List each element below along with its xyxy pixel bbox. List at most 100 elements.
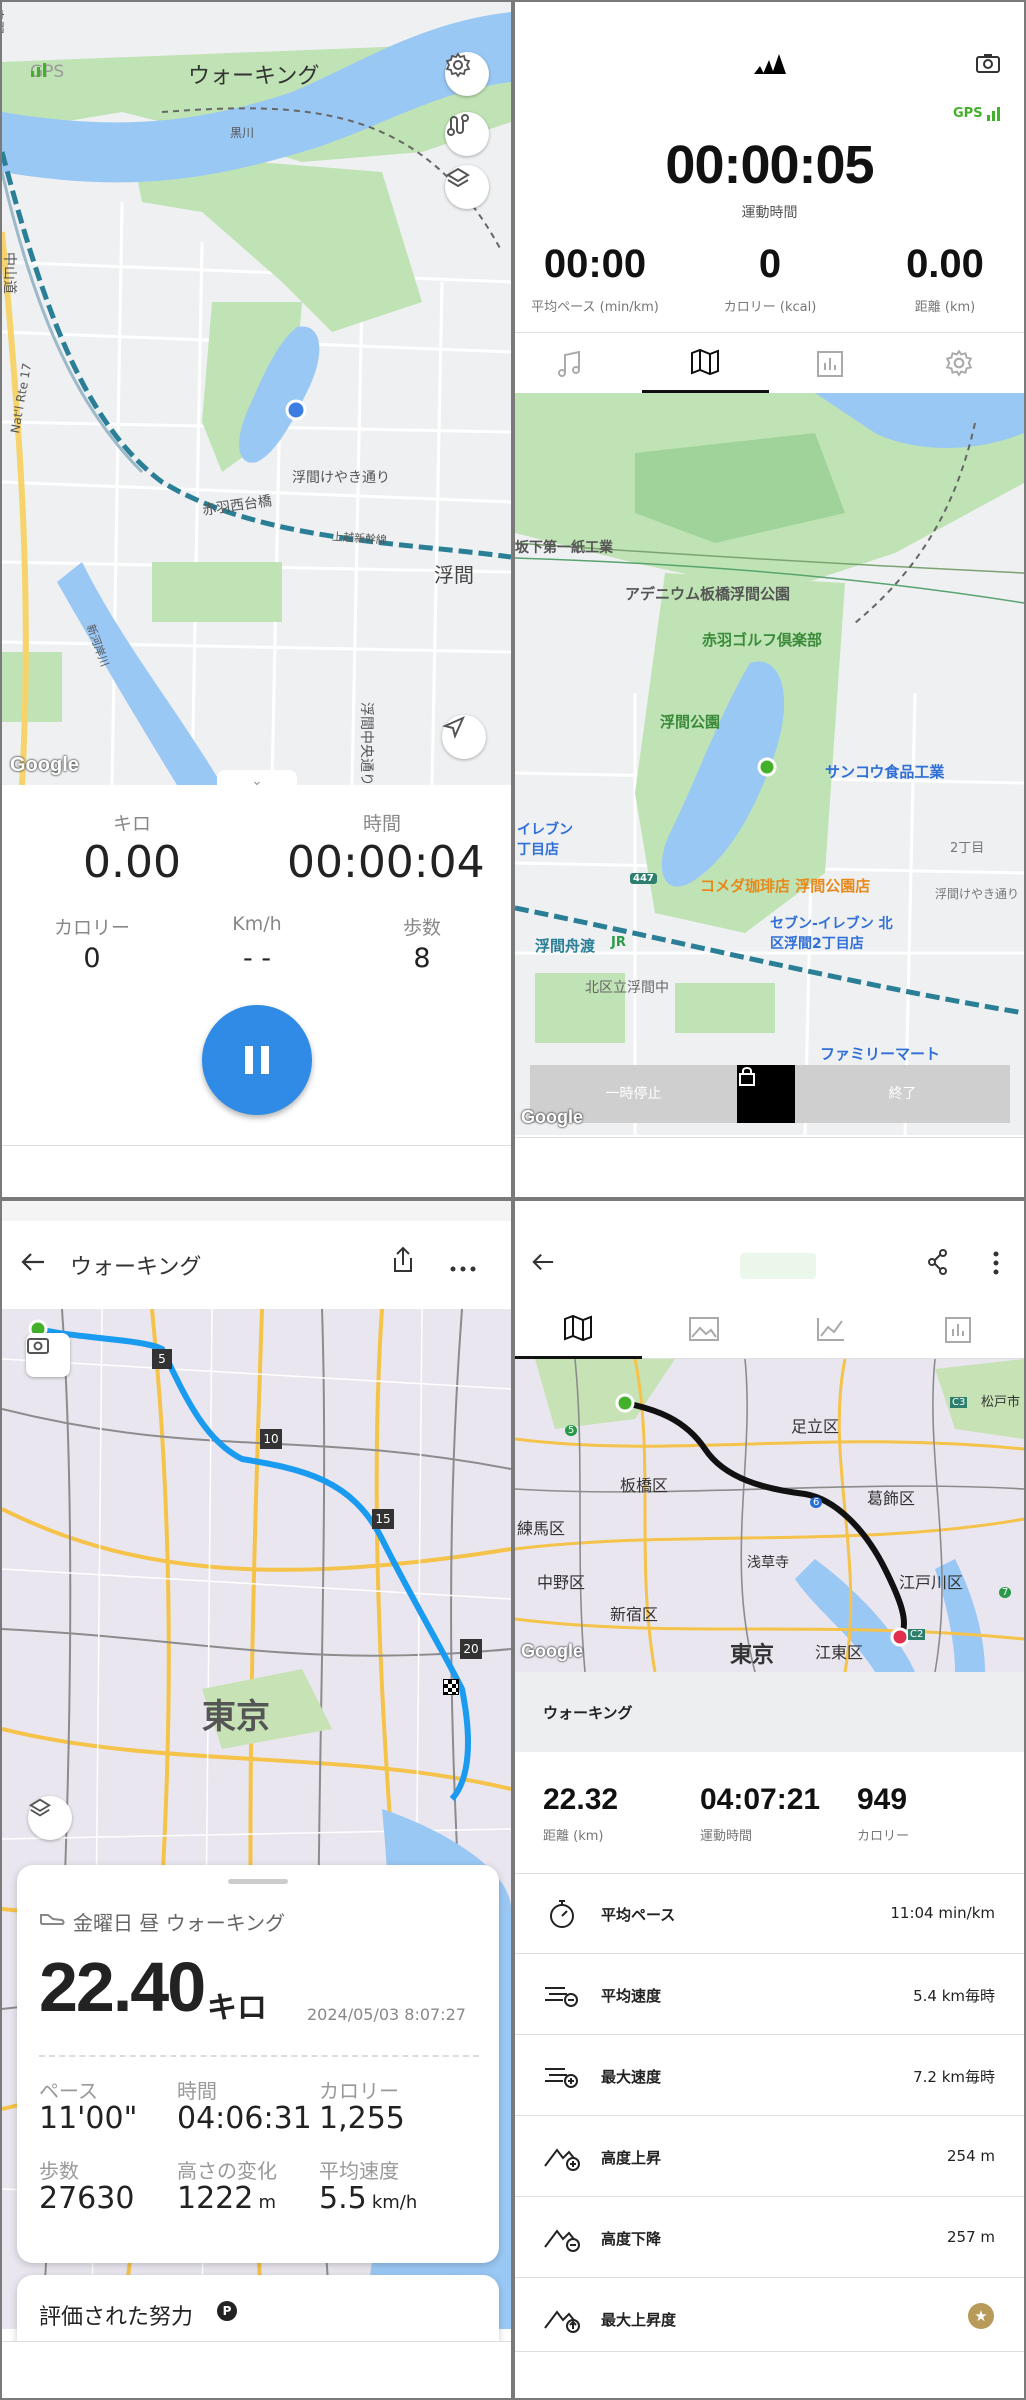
row-label: 高度上昇 [601, 2149, 662, 2167]
elevation-unit: m [258, 2192, 276, 2213]
row-label: 平均速度 [601, 1987, 662, 2005]
stat-row-max-speed: 最大速度 7.2 km毎時 [515, 2036, 1024, 2116]
calories-label: カロリー [857, 1829, 910, 1844]
back-button[interactable] [20, 1251, 46, 1277]
settings-button[interactable] [445, 52, 489, 96]
share-button[interactable] [927, 1249, 949, 1279]
back-button[interactable] [531, 1251, 555, 1277]
map-label: 江東区 [815, 1643, 864, 1662]
dashed-divider [39, 2055, 479, 2057]
map-view[interactable]: 坂下第一紙工業 アデニウム板橋浮間公園 赤羽ゴルフ倶楽部 浮間公園 サンコウ食品… [515, 393, 1024, 1135]
max-speed-icon [545, 2068, 578, 2088]
row-value: 11:04 min/km [890, 1904, 995, 1922]
map-icon [564, 1314, 592, 1342]
elevation-number: 1222 [177, 2181, 254, 2216]
layers-icon [446, 167, 470, 188]
premium-star-badge[interactable]: ★ [968, 2303, 994, 2329]
tab-graph[interactable] [815, 1315, 847, 1347]
activity-summary-card[interactable]: 金曜日 昼 ウォーキング 22.40 キロ 2024/05/03 8:07:27… [17, 1865, 499, 2263]
camera-icon [27, 1338, 49, 1354]
camera-icon [976, 54, 1000, 73]
map-label: 浮間公園 [660, 713, 721, 731]
time-value: 04:07:21 [700, 1783, 821, 1816]
collapse-handle[interactable]: ⌄ [217, 770, 297, 785]
map-label: 赤羽ゴルフ倶楽部 [702, 631, 823, 649]
camera-button[interactable] [975, 52, 1001, 78]
map-icon [691, 348, 719, 376]
tab-stats[interactable] [943, 1315, 973, 1349]
distance-unit: キロ [207, 1991, 267, 2026]
signal-icon [31, 63, 46, 77]
map-label: 足立区 [791, 1417, 840, 1436]
stopwatch-icon [550, 1900, 574, 1928]
layers-icon [28, 1798, 52, 1817]
steps-value: 8 [413, 943, 431, 974]
bottom-bar [515, 2351, 1024, 2398]
header-badge [740, 1253, 816, 1279]
my-location-button[interactable] [442, 715, 486, 759]
tab-map[interactable] [515, 1301, 642, 1359]
activity-datetime: 2024/05/03 8:07:27 [307, 2005, 466, 2024]
map-graphics [515, 393, 1024, 1135]
lock-button[interactable] [737, 1065, 795, 1123]
map-label: 松戸市 [981, 1395, 1021, 1410]
map-label: 黒川 [230, 126, 255, 140]
route-button[interactable] [445, 112, 489, 156]
map-layers-button[interactable] [28, 1796, 72, 1840]
time-value: 04:06:31 [177, 2101, 312, 2136]
km-marker: 10 [260, 1429, 282, 1449]
steps-value: 27630 [39, 2181, 135, 2216]
gps-label: GPS [953, 106, 983, 121]
time-label: 時間 [362, 813, 401, 835]
pause-button[interactable] [202, 1005, 312, 1115]
stat-row-elevation-gain: 高度上昇 254 m [515, 2117, 1024, 2197]
map-label: 中山道 [2, 252, 17, 294]
walking-tracker-screen: 赤羽西台橋 浮間けやき通り 浮間 浮間中央通り 中山道 Nat'l Rte 17… [2, 2, 511, 1197]
route-map[interactable]: 足立区 板橋区 葛飾区 練馬区 浅草寺 中野区 江戸川区 新宿区 東京 江東区 … [515, 1359, 1024, 1672]
steps-label: 歩数 [39, 2159, 79, 2183]
bottom-bar [2, 2341, 511, 2398]
tab-bar [515, 1301, 1024, 1359]
tab-music[interactable] [555, 349, 585, 383]
map-view[interactable]: 赤羽西台橋 浮間けやき通り 浮間 浮間中央通り 中山道 Nat'l Rte 17… [2, 2, 511, 785]
avg-speed-label: 平均速度 [319, 2159, 399, 2183]
map-layers-button[interactable] [445, 165, 489, 209]
calories-value: 0 [83, 943, 101, 974]
line-graph-icon [817, 1318, 844, 1341]
mountain-down-icon [544, 2229, 580, 2252]
music-icon [558, 350, 580, 377]
share-button[interactable] [390, 1245, 416, 1279]
photo-button[interactable] [26, 1333, 70, 1377]
end-button[interactable]: 終了 [795, 1065, 1010, 1123]
screenshot-grid: 赤羽西台橋 浮間けやき通り 浮間 浮間中央通り 中山道 Nat'l Rte 17… [0, 0, 1026, 2400]
distance-value: 0.00 [906, 242, 984, 286]
row-label: 高度下降 [601, 2230, 662, 2248]
tab-settings[interactable] [945, 349, 973, 381]
back-arrow-icon [532, 1253, 554, 1271]
premium-badge-icon: P [217, 2301, 237, 2321]
tab-stats[interactable] [815, 349, 845, 383]
time-label: 運動時間 [700, 1829, 753, 1844]
city-label: 東京 [202, 1697, 270, 1737]
row-label: 最大上昇度 [601, 2311, 677, 2329]
calories-value: 1,255 [319, 2101, 405, 2136]
stat-row-avg-pace: 平均ペース 11:04 min/km [515, 1874, 1024, 1954]
map-label: 北区立浮間中 [585, 980, 669, 996]
tab-photos[interactable] [688, 1315, 720, 1347]
km-marker: 15 [372, 1509, 394, 1529]
gps-indicator: GPS [30, 62, 64, 82]
pace-label: 平均ペース (min/km) [531, 300, 659, 315]
more-menu-button[interactable] [993, 1251, 999, 1279]
google-logo: Google [521, 1641, 583, 1661]
steps-label: 歩数 [402, 917, 441, 939]
tab-map[interactable] [642, 333, 769, 393]
pause-icon [245, 1046, 269, 1074]
mountain-up-icon [544, 2148, 580, 2171]
row-label: 平均ペース [601, 1906, 676, 1924]
adidas-running-screen: GPS 00:00:05 運動時間 00:00 平均ペース (min/km) 0… [515, 2, 1024, 1197]
drag-handle[interactable] [228, 1879, 288, 1884]
elevation-value: 1222 m [177, 2181, 276, 2216]
section-header: ウォーキング [515, 1672, 1024, 1752]
more-menu-button[interactable] [450, 1257, 476, 1276]
calories-label: カロリー (kcal) [723, 300, 817, 315]
